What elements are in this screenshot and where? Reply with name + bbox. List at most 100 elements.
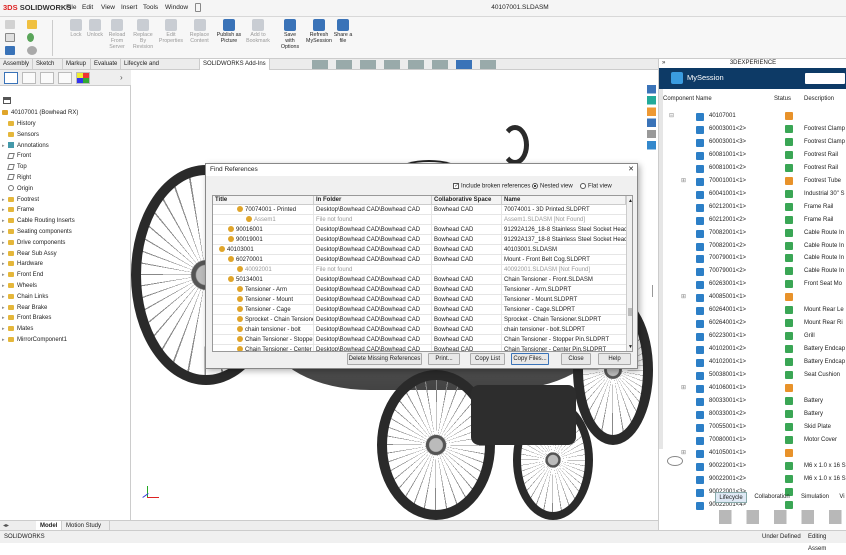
- property-manager-tab-icon[interactable]: [22, 72, 36, 84]
- list-item[interactable]: ⊞ 40106001<1>: [659, 382, 846, 395]
- tab-vi[interactable]: Vi: [837, 492, 846, 503]
- col-in-folder[interactable]: In Folder: [314, 196, 432, 205]
- list-item[interactable]: 60003001<2> Footrest Clamp: [659, 123, 846, 136]
- table-row[interactable]: Chain Tensioner - Stopper Desktop\Bowhead…: [213, 335, 626, 345]
- menu-file[interactable]: File: [66, 4, 76, 11]
- list-item[interactable]: 70082001<2> Cable Route In: [659, 240, 846, 253]
- menu-tools[interactable]: Tools: [143, 4, 158, 11]
- delete-missing-references-button[interactable]: Delete Missing References: [347, 353, 422, 365]
- table-row[interactable]: Assem1 File not found Assem1.SLDASM [Not F…: [213, 215, 626, 225]
- tree-item[interactable]: Origin: [0, 184, 131, 195]
- table-row[interactable]: 40103001 Desktop\Bowhead CAD\Bowhead CAD B…: [213, 245, 626, 255]
- tree-item[interactable]: ▸ Hardware: [0, 259, 131, 270]
- table-row[interactable]: 70074001 - Printed Desktop\Bowhead CAD\Bo…: [213, 205, 626, 215]
- list-item[interactable]: 90022001<1> M6 x 1.0 x 16 S: [659, 460, 846, 473]
- list-item[interactable]: 70080001<1> Motor Cover: [659, 434, 846, 447]
- menu-view[interactable]: View: [101, 4, 115, 11]
- tree-item[interactable]: ▸ Footrest: [0, 195, 131, 206]
- expand-icon[interactable]: ⊞: [681, 447, 686, 460]
- list-item[interactable]: 70079001<1> Cable Route In: [659, 252, 846, 265]
- solidworks-logo[interactable]: 3DS SOLIDWORKS: [3, 3, 71, 12]
- tree-item[interactable]: ▸ Frame: [0, 205, 131, 216]
- list-item[interactable]: 60223001<1> Grill: [659, 330, 846, 343]
- table-row[interactable]: 90019001 Desktop\Bowhead CAD\Bowhead CAD B…: [213, 235, 626, 245]
- ribbon-button[interactable]: Refresh MySession: [304, 19, 334, 44]
- copy-files-button[interactable]: Copy Files...: [511, 353, 549, 365]
- tree-item[interactable]: ▸ Rear Brake: [0, 303, 131, 314]
- table-row[interactable]: 60270001 Desktop\Bowhead CAD\Bowhead CAD B…: [213, 255, 626, 265]
- table-row[interactable]: 50134001 Desktop\Bowhead CAD\Bowhead CAD B…: [213, 275, 626, 285]
- list-item[interactable]: 90022001<2> M6 x 1.0 x 16 S: [659, 473, 846, 486]
- table-row[interactable]: 90016001 Desktop\Bowhead CAD\Bowhead CAD B…: [213, 225, 626, 235]
- print-button[interactable]: Print...: [428, 353, 460, 365]
- menu-window[interactable]: Window: [165, 4, 188, 11]
- table-row[interactable]: chain tensioner - bolt Desktop\Bowhead CA…: [213, 325, 626, 335]
- nav-arrows-icon[interactable]: ◂▸: [3, 522, 9, 529]
- chevron-right-icon[interactable]: ›: [120, 73, 123, 82]
- col-component-name[interactable]: Component Name: [663, 96, 712, 102]
- expand-icon[interactable]: ⊞: [681, 175, 686, 188]
- tab-collaboration[interactable]: Collaboration: [751, 492, 793, 503]
- flat-view-radio[interactable]: Flat view: [580, 183, 612, 190]
- list-item[interactable]: 60081001<2> Footrest Rail: [659, 162, 846, 175]
- col-name[interactable]: Name: [502, 196, 626, 205]
- list-item[interactable]: 60003001<3> Footrest Clamp: [659, 136, 846, 149]
- include-broken-checkbox[interactable]: ✓ Include broken references: [453, 183, 530, 190]
- col-title[interactable]: Title: [213, 196, 314, 205]
- ribbon-button[interactable]: Save with Options: [278, 19, 302, 50]
- list-item[interactable]: ⊞ 40105001<1>: [659, 447, 846, 460]
- tree-item[interactable]: Sensors: [0, 130, 131, 141]
- tree-item[interactable]: ▸ Drive components: [0, 238, 131, 249]
- options-gear-icon[interactable]: [27, 46, 37, 55]
- configuration-tab-icon[interactable]: [40, 72, 54, 84]
- display-manager-tab-icon[interactable]: [76, 72, 90, 84]
- tree-item[interactable]: ▸ Seating components: [0, 227, 131, 238]
- close-button[interactable]: Close: [561, 353, 591, 365]
- tree-item[interactable]: Front: [0, 151, 131, 162]
- tab-markup[interactable]: Markup: [63, 59, 91, 70]
- expand-icon[interactable]: ⊞: [681, 382, 686, 395]
- table-row[interactable]: Sprocket - Chain Tensioner Desktop\Bowhea…: [213, 315, 626, 325]
- list-item[interactable]: 60264001<2> Mount Rear Ri: [659, 317, 846, 330]
- tree-item[interactable]: ▸ Rear Sub Assy: [0, 249, 131, 260]
- tab-simulation[interactable]: Simulation: [797, 492, 833, 503]
- expand-icon[interactable]: ⊞: [681, 291, 686, 304]
- menu-edit[interactable]: Edit: [82, 4, 93, 11]
- tab-sketch[interactable]: Sketch: [33, 59, 63, 70]
- tree-item[interactable]: ▸ Mates: [0, 324, 131, 335]
- tree-item[interactable]: ▸ Cable Routing Inserts: [0, 216, 131, 227]
- vertical-scrollbar[interactable]: ▲ ▼: [626, 196, 632, 351]
- collapse-panel-icon[interactable]: »: [662, 60, 665, 66]
- tree-item[interactable]: Top: [0, 162, 131, 173]
- close-icon[interactable]: ✕: [626, 164, 636, 176]
- list-item[interactable]: 60212001<2> Frame Rail: [659, 214, 846, 227]
- table-row[interactable]: 40092001 File not found 40092001.SLDASM [N…: [213, 265, 626, 275]
- select-icon[interactable]: [5, 46, 15, 55]
- tree-root[interactable]: 40107001 (Bowhead RX): [0, 108, 131, 119]
- list-item[interactable]: 50038001<1> Seat Cushion: [659, 369, 846, 382]
- list-item[interactable]: 60263001<1> Front Seat Mo: [659, 278, 846, 291]
- help-button[interactable]: Help: [598, 353, 631, 365]
- tree-item[interactable]: History: [0, 119, 131, 130]
- search-input[interactable]: [805, 73, 845, 84]
- new-document-icon[interactable]: [5, 20, 15, 29]
- nested-view-radio[interactable]: Nested view: [532, 183, 573, 190]
- filter-icon[interactable]: [3, 97, 11, 104]
- list-item[interactable]: 60081001<1> Footrest Rail: [659, 149, 846, 162]
- tree-item[interactable]: ▸ MirrorComponent1: [0, 335, 131, 346]
- list-item[interactable]: ⊞ 70001001<1> Footrest Tube: [659, 175, 846, 188]
- tree-item[interactable]: ▸ Front Brakes: [0, 313, 131, 324]
- tree-item[interactable]: ▸ Annotations: [0, 141, 131, 152]
- tree-item[interactable]: ▸ Front End: [0, 270, 131, 281]
- col-status[interactable]: Status: [774, 96, 791, 102]
- list-item[interactable]: ⊟ 40107001: [659, 110, 846, 123]
- table-row[interactable]: Tensioner - Arm Desktop\Bowhead CAD\Bowhe…: [213, 285, 626, 295]
- copy-list-button[interactable]: Copy List: [470, 353, 505, 365]
- scroll-thumb[interactable]: [628, 308, 632, 316]
- heads-up-view-toolbar[interactable]: [312, 60, 512, 69]
- list-item[interactable]: 40102001<2> Battery Endcap: [659, 343, 846, 356]
- pin-icon[interactable]: [195, 3, 201, 12]
- list-item[interactable]: 70079001<2> Cable Route In: [659, 265, 846, 278]
- table-row[interactable]: Tensioner - Cage Desktop\Bowhead CAD\Bowh…: [213, 305, 626, 315]
- lifecycle-tools[interactable]: [719, 510, 844, 524]
